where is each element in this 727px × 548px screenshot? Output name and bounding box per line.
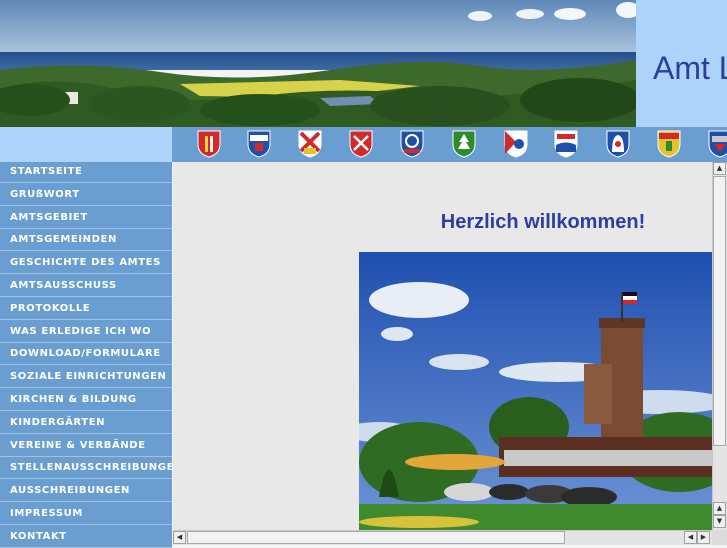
nav-item-ausschreibungen[interactable]: AUSSCHREIBUNGEN bbox=[0, 481, 172, 503]
vertical-scroll-thumb[interactable] bbox=[713, 176, 726, 446]
coat-of-arms-icon[interactable] bbox=[452, 130, 476, 158]
coat-of-arms-icon[interactable] bbox=[708, 130, 727, 158]
coat-of-arms-icon[interactable] bbox=[247, 130, 271, 158]
crest-bar-spacer bbox=[0, 127, 172, 162]
coat-of-arms-icon[interactable] bbox=[400, 130, 424, 158]
tower-photo bbox=[359, 252, 712, 530]
vertical-scrollbar[interactable]: ▲ ▲ ▼ bbox=[712, 162, 727, 530]
scroll-up-arrow-icon[interactable]: ▲ bbox=[713, 162, 726, 175]
site-title: Amt Lütjenburg bbox=[653, 50, 727, 86]
horizontal-scrollbar[interactable]: ◀ ◀ ▶ bbox=[173, 530, 712, 545]
coat-of-arms-icon[interactable] bbox=[606, 130, 630, 158]
sidebar-nav: STARTSEITE GRUßWORT AMTSGEBIET AMTSGEMEI… bbox=[0, 162, 172, 548]
scroll-up-arrow-icon[interactable]: ▲ bbox=[713, 502, 726, 515]
header: Amt Lütjenburg bbox=[0, 0, 727, 127]
horizontal-scroll-thumb[interactable] bbox=[187, 531, 565, 544]
nav-item-amtsausschuss[interactable]: AMTSAUSSCHUSS bbox=[0, 275, 172, 297]
main-content: Herzlich willkommen! bbox=[173, 162, 712, 530]
coat-of-arms-icon[interactable] bbox=[657, 130, 681, 158]
welcome-heading: Herzlich willkommen! bbox=[440, 211, 646, 234]
coat-of-arms-icon[interactable] bbox=[197, 130, 221, 158]
scroll-down-arrow-icon[interactable]: ▼ bbox=[713, 515, 726, 528]
scroll-right-arrow-icon[interactable]: ▶ bbox=[697, 531, 710, 544]
nav-item-grusswort[interactable]: GRUßWORT bbox=[0, 184, 172, 206]
nav-item-startseite[interactable]: STARTSEITE bbox=[0, 162, 172, 183]
coat-of-arms-icon[interactable] bbox=[298, 130, 322, 158]
nav-item-kindergaerten[interactable]: KINDERGÄRTEN bbox=[0, 412, 172, 434]
crest-bar bbox=[0, 127, 727, 162]
nav-item-was-erledige-ich-wo[interactable]: WAS ERLEDIGE ICH WO bbox=[0, 321, 172, 343]
scrollbar-corner bbox=[712, 530, 727, 545]
title-panel: Amt Lütjenburg bbox=[636, 0, 727, 127]
nav-item-amtsgemeinden[interactable]: AMTSGEMEINDEN bbox=[0, 230, 172, 252]
nav-item-geschichte-des-amtes[interactable]: GESCHICHTE DES AMTES bbox=[0, 253, 172, 275]
nav-item-kirchen-bildung[interactable]: KIRCHEN & BILDUNG bbox=[0, 389, 172, 411]
nav-item-stellenausschreibungen[interactable]: STELLENAUSSCHREIBUNGEN bbox=[0, 458, 172, 480]
coat-of-arms-icon[interactable] bbox=[349, 130, 373, 158]
nav-item-protokolle[interactable]: PROTOKOLLE bbox=[0, 298, 172, 320]
scroll-left-arrow-icon[interactable]: ◀ bbox=[684, 531, 697, 544]
nav-item-impressum[interactable]: IMPRESSUM bbox=[0, 503, 172, 525]
scroll-left-arrow-icon[interactable]: ◀ bbox=[173, 531, 186, 544]
coat-of-arms-icon[interactable] bbox=[504, 130, 528, 158]
nav-item-vereine-verbaende[interactable]: VEREINE & VERBÄNDE bbox=[0, 435, 172, 457]
landscape-banner-image bbox=[0, 0, 636, 127]
coat-of-arms-icon[interactable] bbox=[554, 130, 578, 158]
nav-item-download-formulare[interactable]: DOWNLOAD/FORMULARE bbox=[0, 344, 172, 366]
nav-item-soziale-einrichtungen[interactable]: SOZIALE EINRICHTUNGEN bbox=[0, 367, 172, 389]
nav-item-amtsgebiet[interactable]: AMTSGEBIET bbox=[0, 207, 172, 229]
